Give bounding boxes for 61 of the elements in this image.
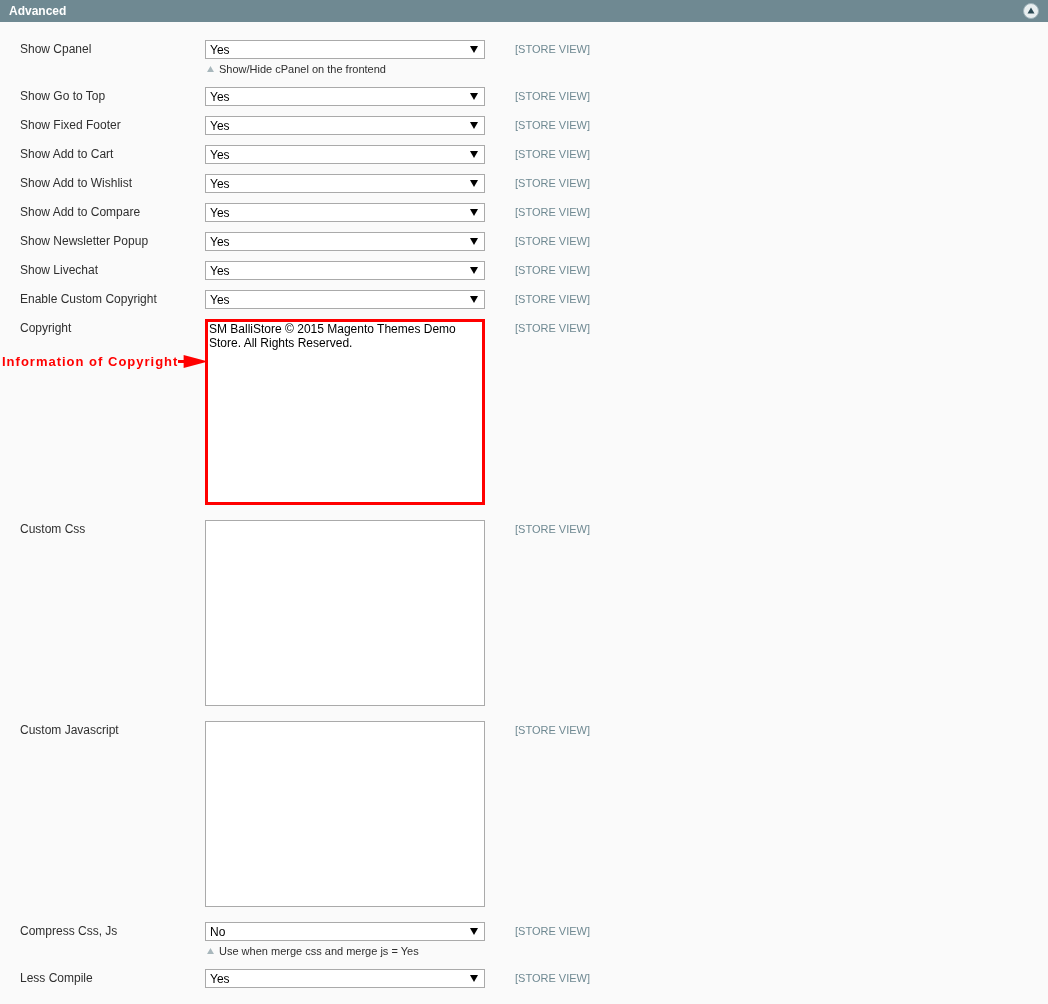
dropdown[interactable]: Yes bbox=[205, 203, 485, 222]
caret-icon bbox=[470, 180, 478, 187]
hint-triangle-icon bbox=[207, 66, 214, 72]
caret-icon bbox=[470, 209, 478, 216]
scope-label: [STORE VIEW] bbox=[515, 971, 590, 985]
text-area[interactable] bbox=[205, 520, 485, 706]
scope-label: [STORE VIEW] bbox=[515, 263, 590, 277]
hint-text: Use when merge css and merge js = Yes bbox=[219, 945, 419, 957]
scope-label: [STORE VIEW] bbox=[515, 89, 590, 103]
hint-text: Show/Hide cPanel on the frontend bbox=[219, 63, 386, 75]
annotation-text: Information of Copyright bbox=[2, 354, 179, 369]
scope-label: [STORE VIEW] bbox=[515, 321, 590, 335]
caret-icon bbox=[470, 93, 478, 100]
field-label: Copyright bbox=[19, 320, 73, 335]
caret-icon bbox=[470, 238, 478, 245]
dropdown[interactable]: Yes bbox=[205, 261, 485, 280]
scope-label: [STORE VIEW] bbox=[515, 42, 590, 56]
caret-icon bbox=[470, 975, 478, 982]
dropdown[interactable]: Yes bbox=[205, 145, 485, 164]
collapse-icon[interactable] bbox=[1023, 3, 1039, 19]
scope-label: [STORE VIEW] bbox=[515, 234, 590, 248]
scope-label: [STORE VIEW] bbox=[515, 147, 590, 161]
field-label: Show Go to Top bbox=[19, 88, 107, 103]
text-area[interactable] bbox=[205, 721, 485, 907]
field-label: Show Add to Compare bbox=[19, 204, 142, 219]
hint-triangle-icon bbox=[207, 948, 214, 954]
field-label: Less Compile bbox=[19, 970, 94, 985]
caret-icon bbox=[470, 267, 478, 274]
section-header[interactable]: Advanced bbox=[0, 0, 1048, 22]
field-label: Compress Css, Js bbox=[19, 923, 119, 938]
scope-label: [STORE VIEW] bbox=[515, 522, 590, 536]
field-label: Show Cpanel bbox=[19, 41, 93, 56]
field-label: Show Add to Wishlist bbox=[19, 175, 134, 190]
dropdown[interactable]: No bbox=[205, 922, 485, 941]
scope-label: [STORE VIEW] bbox=[515, 118, 590, 132]
dropdown[interactable]: Yes bbox=[205, 116, 485, 135]
caret-icon bbox=[470, 151, 478, 158]
dropdown[interactable]: Yes bbox=[205, 174, 485, 193]
caret-icon bbox=[470, 46, 478, 53]
scope-label: [STORE VIEW] bbox=[515, 292, 590, 306]
field-label: Custom Css bbox=[19, 521, 87, 536]
field-label: Show Livechat bbox=[19, 262, 100, 277]
scope-label: [STORE VIEW] bbox=[515, 924, 590, 938]
dropdown[interactable]: Yes bbox=[205, 969, 485, 988]
field-label: Custom Javascript bbox=[19, 722, 120, 737]
caret-icon bbox=[470, 928, 478, 935]
field-label: Show Add to Cart bbox=[19, 146, 115, 161]
scope-label: [STORE VIEW] bbox=[515, 723, 590, 737]
field-label: Show Fixed Footer bbox=[19, 117, 122, 132]
field-label: Enable Custom Copyright bbox=[19, 291, 158, 306]
scope-label: [STORE VIEW] bbox=[515, 176, 590, 190]
caret-icon bbox=[470, 122, 478, 129]
caret-icon bbox=[470, 296, 478, 303]
dropdown[interactable]: Yes bbox=[205, 40, 485, 59]
text-area[interactable]: SM BalliStore © 2015 Magento Themes Demo Store. All Rights Reserved. bbox=[205, 319, 485, 505]
section-title: Advanced bbox=[9, 4, 67, 18]
dropdown[interactable]: Yes bbox=[205, 87, 485, 106]
dropdown[interactable]: Yes bbox=[205, 290, 485, 309]
dropdown[interactable]: Yes bbox=[205, 232, 485, 251]
scope-label: [STORE VIEW] bbox=[515, 205, 590, 219]
field-label: Show Newsletter Popup bbox=[19, 233, 150, 248]
